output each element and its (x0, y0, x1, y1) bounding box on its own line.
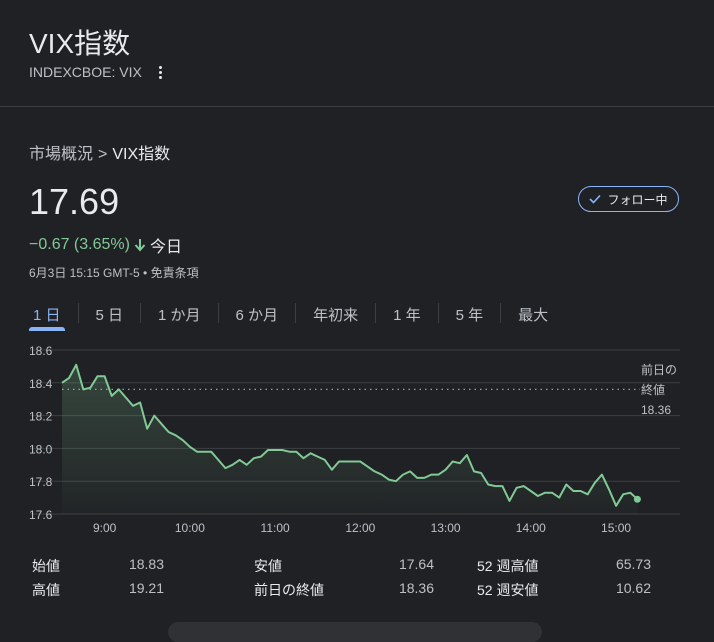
tab-range-7[interactable]: 5 年 (452, 300, 488, 330)
page-header: VIX指数 INDEXCBOE: VIX (0, 0, 714, 107)
quote-timestamp: 6月3日 15:15 GMT-5 • 免責条項 (29, 266, 199, 280)
x-tick-label: 12:00 (345, 521, 375, 535)
previous-close-label: 前日の (641, 362, 677, 377)
x-tick-label: 11:00 (261, 521, 290, 535)
tab-range-6[interactable]: 1 年 (389, 300, 425, 330)
arrow-down-icon (134, 239, 146, 252)
stat-label: 52 週安値 (477, 582, 539, 598)
last-price-dot (633, 495, 641, 503)
stat-label: 52 週高値 (477, 558, 539, 574)
breadcrumb-parent-link[interactable]: 市場概況 (29, 146, 93, 163)
x-tick-label: 9:00 (93, 521, 117, 535)
range-tabs: 1 日 5 日 1 か月 6 か月 年初来 1 年 5 年最大 (29, 300, 552, 331)
tab-range-1[interactable]: 1 日 (29, 300, 65, 331)
tab-separator (437, 303, 439, 323)
breadcrumb-current: VIX指数 (112, 146, 171, 163)
x-tick-label: 14:00 (516, 521, 546, 535)
tab-range-8[interactable]: 最大 (514, 300, 552, 330)
tab-separator (500, 303, 502, 323)
tab-separator (375, 303, 377, 323)
y-tick-label: 18.6 (29, 344, 53, 358)
previous-close-label: 終値 (641, 382, 665, 397)
stat-value: 65.73 (615, 556, 651, 572)
stat-value: 18.83 (128, 556, 164, 572)
tab-range-4[interactable]: 6 か月 (232, 300, 283, 330)
x-tick-label: 10:00 (175, 521, 205, 535)
check-icon (589, 194, 602, 204)
more-options-icon[interactable] (154, 64, 168, 80)
follow-button[interactable]: フォロー中 (578, 186, 679, 212)
x-tick-label: 13:00 (431, 521, 461, 535)
y-tick-label: 18.4 (29, 377, 53, 391)
stat-label: 高値 (32, 582, 60, 598)
bottom-bar (168, 622, 542, 642)
y-tick-label: 18.2 (29, 410, 53, 424)
tab-separator (295, 303, 297, 323)
tab-separator (217, 303, 219, 323)
price-chart: 18.6 18.4 18.2 18.0 17.8 17.6 9:00 10:00 11:00 12… (29, 344, 680, 535)
stat-value: 10.62 (615, 580, 651, 596)
ticker-symbol: INDEXCBOE: VIX (29, 64, 142, 80)
follow-button-label: フォロー中 (607, 192, 668, 207)
price-change: −0.67 (3.65%) (29, 236, 130, 253)
tab-range-3[interactable]: 1 か月 (154, 300, 205, 330)
y-tick-label: 18.0 (29, 442, 53, 456)
price-change-row: −0.67 (3.65%) 今日 (29, 233, 182, 257)
stat-value: 19.21 (128, 580, 164, 596)
stat-label: 始値 (32, 558, 60, 574)
price-area (62, 364, 638, 514)
stat-value: 17.64 (398, 556, 434, 572)
y-tick-label: 17.6 (29, 508, 53, 522)
current-price: 17.69 (29, 181, 120, 222)
y-tick-label: 17.8 (29, 475, 53, 489)
page-title: VIX指数 (29, 28, 131, 59)
ticker-row: INDEXCBOE: VIX (29, 64, 168, 80)
previous-close-label: 18.36 (641, 403, 671, 417)
change-period: 今日 (149, 239, 182, 256)
tab-range-5[interactable]: 年初来 (309, 300, 362, 330)
stat-label: 前日の終値 (254, 582, 324, 598)
x-tick-label: 15:00 (601, 521, 631, 535)
tab-separator (140, 303, 142, 323)
breadcrumb: 市場概況 > VIX指数 (29, 140, 170, 164)
stat-label: 安値 (254, 558, 282, 574)
tab-separator (77, 303, 79, 323)
breadcrumb-separator: > (98, 146, 108, 163)
tab-range-2[interactable]: 5 日 (92, 300, 128, 330)
stat-value: 18.36 (398, 580, 434, 596)
